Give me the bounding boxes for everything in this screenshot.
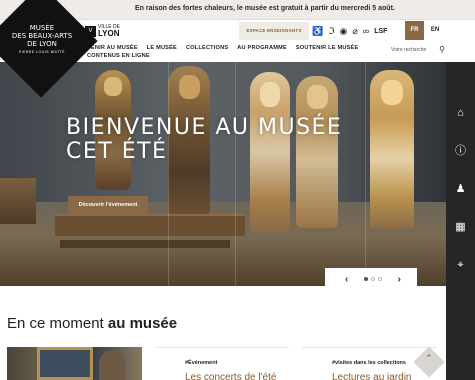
hero-title-line1: BIENVENUE AU MUSÉE (66, 115, 343, 140)
painting-frame (37, 347, 93, 380)
chevron-up-icon: ⌃ (425, 353, 433, 363)
ville-big: LYON (98, 28, 120, 38)
hero-table (55, 214, 245, 236)
nav-le-musee[interactable]: LE MUSÉE (147, 44, 177, 52)
glass-edge (365, 62, 366, 286)
glass-edge (235, 62, 236, 286)
search-placeholder: Votre recherche (391, 47, 427, 53)
hero-crate (0, 178, 36, 224)
loop-icon[interactable]: ∞ (363, 26, 369, 36)
location-icon[interactable]: ⌖ (453, 258, 468, 273)
hero-title-line2: CET ÉTÉ (66, 139, 168, 164)
lang-en-button[interactable]: EN (426, 21, 444, 40)
hero-title: BIENVENUE AU MUSÉE CET ÉTÉ (66, 116, 342, 164)
card-tag: #visites dans les collections (332, 360, 406, 366)
event-card[interactable]: #Événement Les concerts de l'été (155, 347, 289, 380)
vision-icon[interactable]: ◉ (340, 26, 348, 37)
lsf-link[interactable]: LSF (374, 28, 387, 35)
slider-dot-1[interactable] (364, 277, 368, 281)
logo-line2: DES BEAUX-ARTS (11, 32, 73, 40)
main-nav: VENIR AU MUSÉE LE MUSÉE COLLECTIONS AU PROG… (87, 44, 377, 60)
nav-venir[interactable]: VENIR AU MUSÉE (87, 44, 138, 52)
slider-dot-2[interactable] (371, 277, 375, 281)
prev-arrow-icon[interactable]: ‹ (345, 274, 348, 285)
museum-icon[interactable]: ⌂ (453, 106, 468, 121)
nav-contenus[interactable]: CONTENUS EN LIGNE (87, 52, 150, 60)
glass-edge (168, 62, 169, 286)
hero-table-shadow (60, 240, 230, 248)
hero-banner: BIENVENUE AU MUSÉE CET ÉTÉ Découvrir l'é… (0, 62, 446, 286)
section-title-bold: au musée (107, 315, 178, 332)
low-vision-icon[interactable]: ⌀ (352, 26, 357, 37)
lang-fr-button[interactable]: FR (405, 21, 424, 40)
nav-collections[interactable]: COLLECTIONS (186, 44, 228, 52)
discover-event-button[interactable]: Découvrir l'événement (68, 196, 148, 214)
nav-soutenir[interactable]: SOUTENIR LE MUSÉE (296, 44, 358, 52)
hearing-icon[interactable]: ℑ (328, 26, 334, 37)
slider-dot-3[interactable] (378, 277, 382, 281)
info-icon[interactable]: ⓘ (453, 144, 468, 159)
calendar-icon[interactable]: ▦ (453, 220, 468, 235)
card-title[interactable]: Lectures au jardin (332, 372, 412, 380)
card-title[interactable]: Les concerts de l'été (185, 372, 276, 380)
card-image[interactable] (7, 347, 142, 380)
logo-line3: DE LYON (27, 40, 57, 48)
section-title: En ce moment au musée (7, 315, 177, 332)
slider-controls: ‹ › (325, 268, 417, 286)
section-title-light: En ce moment (7, 315, 104, 332)
espace-enseignants-button[interactable]: ESPACE ENSEIGNANTS (239, 22, 309, 40)
museum-logo[interactable]: MUSÉE DES BEAUX-ARTS DE LYON PIERRE-LOUI… (0, 0, 98, 98)
announcement-text: En raison des fortes chaleurs, le musée … (135, 5, 395, 12)
logo-line1: MUSÉE (29, 24, 55, 32)
search-icon[interactable]: ⚲ (439, 45, 445, 54)
wheelchair-icon[interactable]: ♿ (312, 26, 323, 37)
card-tag: #Événement (185, 360, 218, 366)
nav-au-programme[interactable]: AU PROGRAMME (237, 44, 287, 52)
search-box[interactable]: Votre recherche ⚲ (391, 45, 445, 57)
right-rail: ⌂ ⓘ ♟ ▦ ⌖ (446, 62, 475, 380)
accessibility-icons: ♿ ℑ ◉ ⌀ ∞ LSF (312, 23, 387, 39)
visitor-figure (99, 351, 125, 380)
next-arrow-icon[interactable]: › (398, 274, 401, 285)
logo-line4: PIERRE-LOUIS WATTÉ (18, 50, 66, 54)
sarcophagus (370, 70, 414, 230)
family-icon[interactable]: ♟ (453, 182, 468, 197)
slider-dots (364, 277, 382, 281)
